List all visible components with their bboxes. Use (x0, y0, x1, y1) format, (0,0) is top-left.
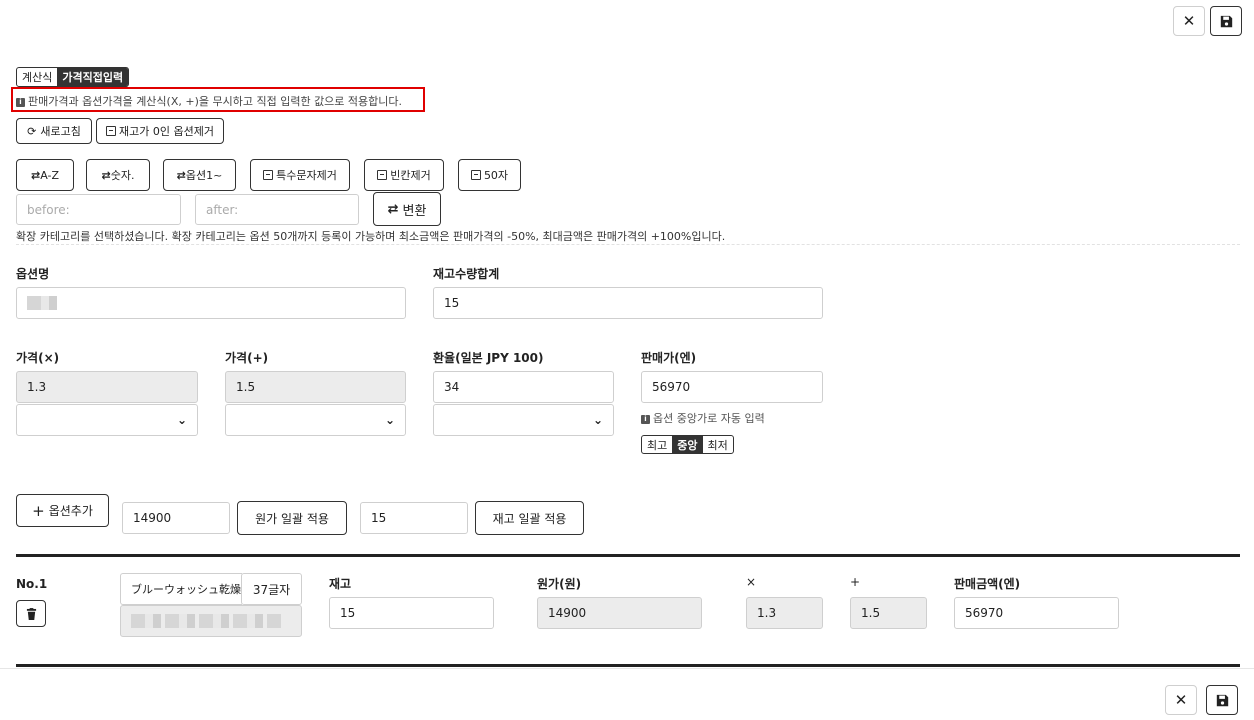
option-name-field[interactable]: ブルーウォッシュ乾燥 (120, 573, 242, 605)
save-icon (1220, 15, 1232, 27)
price-mode-tabs: 계산식 가격직접입력 (16, 67, 130, 87)
char-count-badge: 37글자 (241, 573, 302, 605)
divider (16, 244, 1240, 245)
price-plus-input[interactable]: 1.5 (225, 371, 406, 403)
price-mid-option[interactable]: 중앙 (672, 436, 703, 453)
category-notice: 확장 카테고리를 선택하셨습니다. 확장 카테고리는 옵션 50개까지 등록이 … (16, 230, 726, 243)
bulk-stock-input[interactable]: 15 (360, 502, 468, 534)
sort-number-button[interactable]: ⇄ 숫자. (86, 159, 150, 191)
limit-50-chars-button[interactable]: 50자 (458, 159, 521, 191)
exchange-rate-select[interactable]: ⌄ (433, 404, 614, 436)
price-plus-label: 가격(+) (225, 351, 269, 365)
price-x-label: 가격(×) (16, 351, 60, 365)
row-cost-input[interactable]: 14900 (537, 597, 702, 629)
close-button[interactable]: ✕ (1173, 6, 1205, 36)
chevron-down-icon: ⌄ (176, 413, 187, 427)
section-divider (16, 554, 1240, 557)
stock-total-input[interactable]: 15 (433, 287, 823, 319)
chevron-down-icon: ⌄ (592, 413, 603, 427)
apply-stock-button[interactable]: 재고 일괄 적용 (475, 501, 584, 535)
price-x-select[interactable]: ⌄ (16, 404, 198, 436)
save-button[interactable] (1210, 6, 1242, 36)
minus-square-icon (377, 170, 388, 180)
refresh-icon: ⟳ (27, 124, 37, 138)
exchange-rate-input[interactable]: 34 (433, 371, 614, 403)
swap-icon: ⇄ (387, 201, 399, 217)
remove-special-chars-button[interactable]: 특수문자제거 (250, 159, 350, 191)
swap-icon: ⇄ (30, 168, 41, 182)
minus-square-icon (106, 126, 117, 136)
before-input[interactable]: before: (16, 194, 181, 225)
row-sale-input[interactable]: 56970 (954, 597, 1119, 629)
close-icon: ✕ (1174, 691, 1188, 709)
top-toolbar: ✕ (0, 0, 1254, 48)
option-row-number: No.1 (16, 577, 48, 591)
exchange-rate-label: 환율(일본 JPY 100) (433, 351, 544, 365)
refresh-button[interactable]: ⟳ 새로고침 (16, 118, 92, 144)
close-icon: ✕ (1182, 12, 1196, 30)
row-x-input[interactable]: 1.3 (746, 597, 823, 629)
price-pick-toggle: 최고 중앙 최저 (641, 435, 734, 454)
swap-icon: ⇄ (101, 168, 111, 182)
tab-formula[interactable]: 계산식 (17, 68, 57, 86)
remove-zero-stock-button[interactable]: 재고가 0인 옵션제거 (96, 118, 224, 144)
price-x-input[interactable]: 1.3 (16, 371, 198, 403)
convert-button[interactable]: ⇄ 변환 (373, 192, 441, 226)
info-icon: i (16, 98, 25, 107)
row-x-label: × (746, 575, 757, 589)
section-divider (16, 664, 1240, 667)
option-name-label: 옵션명 (16, 267, 50, 281)
remove-blank-button[interactable]: 빈칸제거 (364, 159, 444, 191)
minus-square-icon (263, 170, 274, 180)
plus-icon: + (32, 501, 45, 520)
price-plus-select[interactable]: ⌄ (225, 404, 406, 436)
tab-direct-price[interactable]: 가격직접입력 (57, 68, 129, 86)
info-icon: i (641, 415, 650, 424)
price-max-option[interactable]: 최고 (642, 436, 672, 453)
redacted-text (27, 296, 57, 310)
sale-price-input[interactable]: 56970 (641, 371, 823, 403)
direct-price-notice: i 판매가격과 옵션가격을 계산식(X, +)을 무시하고 직접 입력한 값으로 … (16, 93, 402, 109)
bulk-cost-input[interactable]: 14900 (122, 502, 230, 534)
row-cost-label: 원가(원) (537, 577, 582, 591)
sort-option-button[interactable]: ⇄ 옵션1~ (163, 159, 236, 191)
after-input[interactable]: after: (195, 194, 359, 225)
notice-text: 판매가격과 옵션가격을 계산식(X, +)을 무시하고 직접 입력한 값으로 적… (28, 95, 403, 108)
add-option-button[interactable]: + 옵션추가 (16, 494, 109, 527)
stock-total-label: 재고수량합계 (433, 267, 500, 281)
swap-icon: ⇄ (176, 168, 186, 182)
save-button[interactable] (1206, 685, 1238, 715)
save-icon (1216, 694, 1228, 706)
option-original-name (120, 605, 302, 637)
row-plus-label: + (850, 575, 861, 589)
apply-cost-button[interactable]: 원가 일괄 적용 (237, 501, 347, 535)
option-name-input[interactable] (16, 287, 406, 319)
bottom-toolbar: ✕ (0, 668, 1254, 720)
row-stock-label: 재고 (329, 577, 352, 591)
row-sale-label: 판매금액(엔) (954, 577, 1021, 591)
delete-option-button[interactable] (16, 600, 46, 627)
trash-icon (26, 607, 36, 620)
row-plus-input[interactable]: 1.5 (850, 597, 927, 629)
redacted-text (131, 614, 281, 628)
row-stock-input[interactable]: 15 (329, 597, 494, 629)
auto-fill-note: i 옵션 중앙가로 자동 입력 (641, 410, 765, 426)
close-button[interactable]: ✕ (1165, 685, 1197, 715)
minus-square-icon (470, 170, 481, 180)
sale-price-label: 판매가(엔) (641, 351, 697, 365)
sort-az-button[interactable]: ⇄ A-Z (16, 159, 74, 191)
chevron-down-icon: ⌄ (384, 413, 395, 427)
price-min-option[interactable]: 최저 (703, 436, 733, 453)
